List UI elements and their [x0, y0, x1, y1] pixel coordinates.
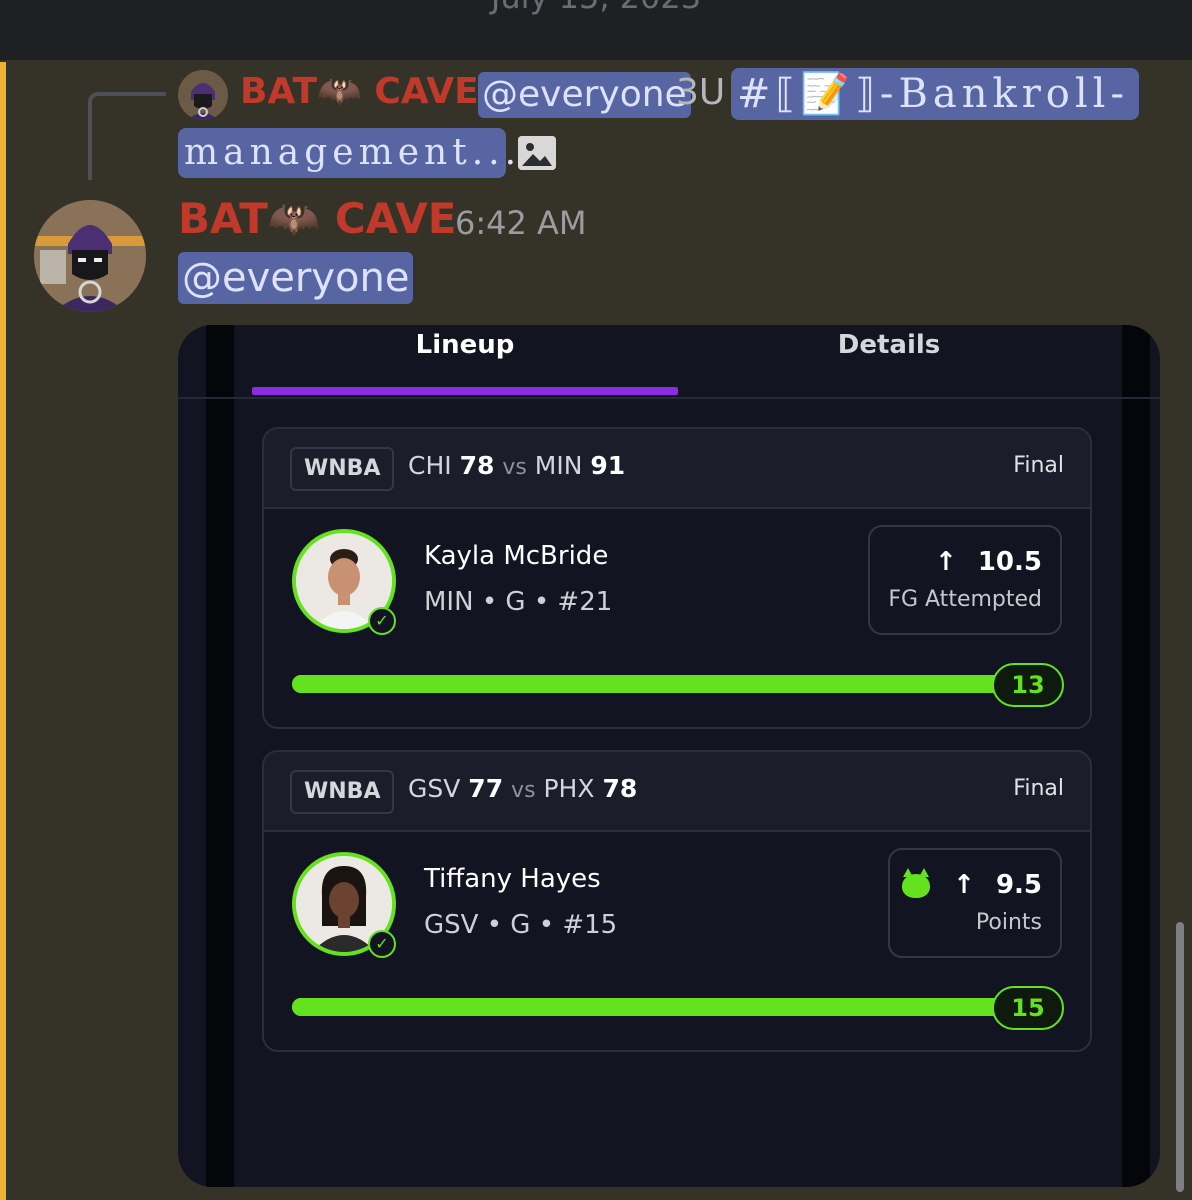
- game-status: Final: [1013, 453, 1064, 478]
- game-header: WNBA CHI 78 vs MIN 91 Final: [264, 429, 1090, 509]
- arrow-up-icon: ↑: [934, 547, 957, 577]
- versus-label: vs: [511, 778, 536, 803]
- demon-icon: [902, 867, 931, 898]
- reply-avatar[interactable]: [178, 70, 228, 120]
- league-badge: WNBA: [290, 770, 395, 814]
- message-mention[interactable]: @everyone: [178, 252, 414, 304]
- message-timestamp[interactable]: 6:42 AM: [455, 204, 587, 242]
- progress-bar: [292, 998, 1062, 1016]
- game-score: CHI 78 vs MIN 91: [408, 451, 625, 480]
- stat-line: ↑ 10.5: [935, 547, 1042, 577]
- top-bar: July 15, 2023: [0, 0, 1192, 60]
- progress-fill: [292, 998, 1062, 1016]
- home-team: MIN: [534, 451, 583, 480]
- home-team: PHX: [543, 774, 595, 803]
- home-score: 78: [602, 774, 638, 803]
- check-icon: ✓: [368, 930, 396, 958]
- away-team: GSV: [408, 774, 461, 803]
- result-value: 13: [992, 663, 1064, 707]
- stat-line-box: ↑ 9.5 Points: [888, 848, 1062, 958]
- stat-line-box: ↑ 10.5 FG Attempted: [868, 525, 1062, 635]
- message-author[interactable]: BAT🦇 CAVE: [178, 194, 457, 244]
- mention-highlight-bar: [0, 62, 6, 1200]
- stat-line: ↑ 9.5: [902, 867, 1042, 900]
- player-info: MIN • G • #21: [424, 587, 613, 617]
- player-name: Kayla McBride: [424, 541, 609, 571]
- away-score: 78: [459, 451, 495, 480]
- stat-label: FG Attempted: [888, 587, 1042, 612]
- pick-card[interactable]: WNBA GSV 77 vs PHX 78 Final ✓ Tiffany Ha…: [262, 750, 1092, 1052]
- reply-mention[interactable]: @everyone: [478, 72, 691, 118]
- home-score: 91: [590, 451, 626, 480]
- line-value: 9.5: [995, 870, 1042, 900]
- player-info: GSV • G • #15: [424, 910, 618, 940]
- tab-details[interactable]: Details: [678, 325, 1100, 397]
- progress-fill: [292, 675, 1062, 693]
- reply-connector: [88, 92, 166, 180]
- image-icon[interactable]: [518, 136, 556, 170]
- player-name: Tiffany Hayes: [424, 864, 601, 894]
- author-avatar[interactable]: [34, 200, 146, 312]
- game-score: GSV 77 vs PHX 78: [408, 774, 637, 803]
- away-team: CHI: [408, 451, 452, 480]
- game-header: WNBA GSV 77 vs PHX 78 Final: [264, 752, 1090, 832]
- stat-label: Points: [975, 910, 1042, 935]
- embed-right-edge: [1122, 325, 1150, 1187]
- lineup-image-embed[interactable]: Lineup Details WNBA CHI 78 vs MIN 91 Fin…: [178, 325, 1160, 1187]
- active-tab-indicator: [252, 387, 678, 395]
- reply-author[interactable]: BAT🦇 CAVE: [240, 70, 479, 112]
- tab-bar: Lineup Details: [178, 325, 1160, 399]
- channel-mention[interactable]: #⟦📝⟧-Bankroll-: [731, 68, 1139, 120]
- date-divider: July 15, 2023: [0, 0, 1192, 16]
- game-status: Final: [1013, 776, 1064, 801]
- arrow-up-icon: ↑: [953, 870, 975, 900]
- channel-mention-continued[interactable]: management...: [178, 128, 516, 178]
- scrollbar-thumb[interactable]: [1176, 922, 1184, 1192]
- pick-card[interactable]: WNBA CHI 78 vs MIN 91 Final ✓ Kayla McBr…: [262, 427, 1092, 729]
- league-badge: WNBA: [290, 447, 395, 491]
- line-value: 10.5: [977, 547, 1042, 577]
- versus-label: vs: [502, 455, 527, 480]
- progress-bar: [292, 675, 1062, 693]
- check-icon: ✓: [368, 607, 396, 635]
- reply-units: 3U: [676, 72, 726, 113]
- embed-left-edge: [206, 325, 234, 1187]
- away-score: 77: [468, 774, 504, 803]
- result-value: 15: [992, 986, 1064, 1030]
